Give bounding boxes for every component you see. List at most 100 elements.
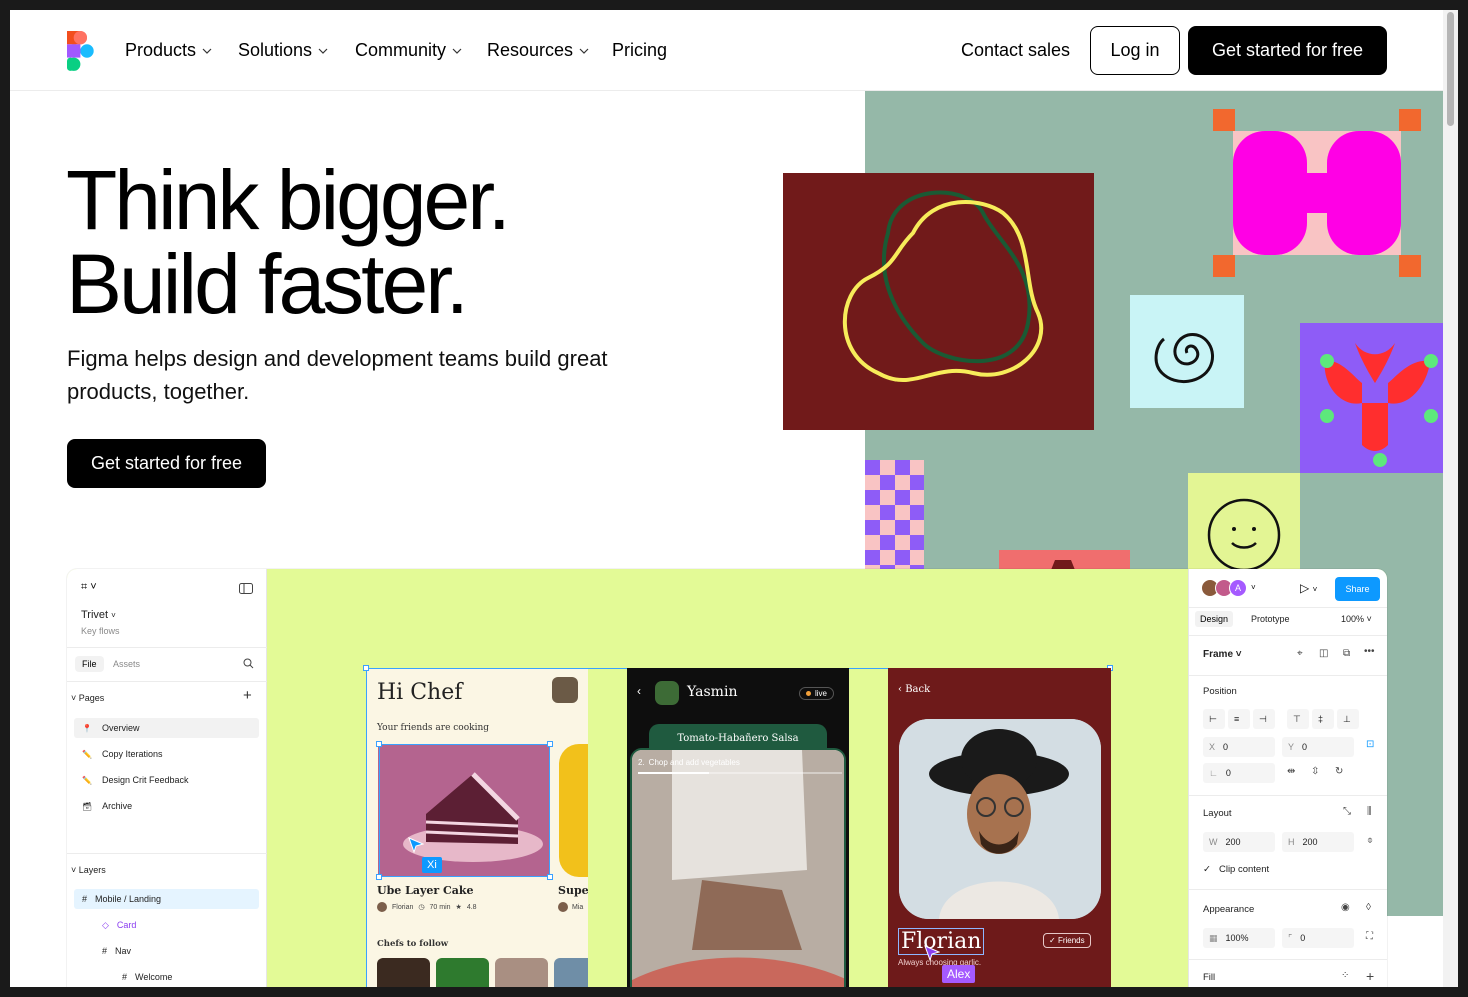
sidebar-toggle-icon[interactable] <box>239 583 253 594</box>
nav-solutions[interactable]: Solutions <box>238 40 328 61</box>
width-field[interactable]: W 200 <box>1203 832 1275 852</box>
smiley-art-card <box>1188 473 1300 583</box>
corner-radius-field[interactable]: ⌜ 0 <box>1282 928 1354 948</box>
page-item-copy-iterations[interactable]: ✏️ Copy Iterations <box>74 744 259 764</box>
nav-resources[interactable]: Resources <box>487 40 589 61</box>
page-item-design-crit[interactable]: ✏️ Design Crit Feedback <box>74 770 259 790</box>
hero-title-line2: Build faster. <box>66 237 469 331</box>
progress-bar <box>638 772 842 774</box>
nav-pricing-label: Pricing <box>612 40 668 60</box>
nav-solutions-label: Solutions <box>238 40 313 60</box>
corner-radius-icon: ⌜ <box>1288 932 1293 943</box>
copy-icon[interactable]: ⧉ <box>1343 648 1350 659</box>
resize-handle[interactable] <box>363 665 369 671</box>
scrollbar[interactable] <box>1443 10 1458 987</box>
layers-panel: ⌗ ˅ Trivet ˅ Key flows File Assets ˅ Pag… <box>67 569 267 987</box>
zoom-select[interactable]: 100% ˅ <box>1341 614 1372 624</box>
get-started-hero-button[interactable]: Get started for free <box>67 439 266 488</box>
nav-community[interactable]: Community <box>355 40 462 61</box>
more-icon[interactable]: ••• <box>1364 646 1375 657</box>
hero-subtitle: Figma helps design and development teams… <box>67 346 608 404</box>
contact-sales-link[interactable]: Contact sales <box>961 40 1070 61</box>
expand-corners-icon[interactable]: ⛶ <box>1366 931 1373 942</box>
play-icon[interactable]: ▷ ˅ <box>1300 581 1317 595</box>
tab-assets[interactable]: Assets <box>113 659 140 669</box>
share-button[interactable]: Share <box>1335 577 1380 601</box>
blob-shapes-icon <box>842 190 1044 383</box>
align-bottom-icon[interactable]: ⊥ <box>1337 709 1359 729</box>
x-field[interactable]: X0 <box>1203 737 1275 757</box>
florian-profile-screen[interactable]: ‹ Back Florian ✓ Friends Always choosing… <box>888 668 1111 987</box>
y-field[interactable]: Y0 <box>1282 737 1354 757</box>
page-item-archive[interactable]: 🗃 Archive <box>74 796 259 816</box>
figma-logo[interactable] <box>67 31 94 71</box>
align-top-icon[interactable]: ⊤ <box>1287 709 1309 729</box>
align-center-icon[interactable]: ≡ <box>1228 709 1250 729</box>
scrollbar-thumb[interactable] <box>1447 12 1454 126</box>
avatar: A <box>1229 579 1247 597</box>
flip-horizontal-icon[interactable]: ⇹ <box>1287 766 1295 777</box>
tab-prototype[interactable]: Prototype <box>1251 614 1290 624</box>
add-fill-icon[interactable]: + <box>1366 968 1374 984</box>
blob-art-card <box>783 173 1094 430</box>
smiley-icon <box>1207 498 1281 572</box>
nav-community-label: Community <box>355 40 447 60</box>
frame-icon: # <box>82 894 88 904</box>
layers-header[interactable]: ˅ Layers <box>71 865 106 875</box>
clip-content-checkbox[interactable]: ✓ Clip content <box>1203 864 1269 875</box>
tab-design[interactable]: Design <box>1195 611 1234 627</box>
auto-layout-icon[interactable]: ⫼ <box>1367 806 1372 817</box>
lock-ratio-icon[interactable]: ⌽ <box>1367 835 1373 846</box>
nav-pricing[interactable]: Pricing <box>612 40 667 61</box>
chevron-down-icon <box>202 48 212 54</box>
height-field[interactable]: H 200 <box>1282 832 1354 852</box>
styles-icon[interactable]: ⁘ <box>1341 970 1349 981</box>
align-middle-icon[interactable]: ‡ <box>1312 709 1334 729</box>
drop-icon[interactable]: ◊ <box>1366 902 1371 913</box>
video-frame[interactable]: 2. Chop and add vegetables <box>630 748 846 987</box>
get-started-nav-button[interactable]: Get started for free <box>1188 26 1387 75</box>
yasmin-screen[interactable]: ‹ Yasmin live Tomato-Habañero Salsa 2. Ch… <box>627 668 849 987</box>
mask-icon[interactable]: ◫ <box>1319 648 1328 659</box>
tab-file[interactable]: File <box>75 656 104 672</box>
back-chevron-icon[interactable]: ‹ <box>637 684 641 698</box>
pages-header[interactable]: ˅ Pages <box>71 693 104 703</box>
fill-label: Fill <box>1203 972 1216 983</box>
layer-mobile-landing[interactable]: # Mobile / Landing <box>74 889 259 909</box>
align-right-icon[interactable]: ⊣ <box>1253 709 1275 729</box>
eye-icon[interactable]: ◉ <box>1341 902 1350 913</box>
rotation-field[interactable]: ∟ 0 <box>1203 763 1275 783</box>
flip-vertical-icon[interactable]: ⇳ <box>1311 766 1319 777</box>
nav-resources-label: Resources <box>487 40 574 60</box>
opacity-field[interactable]: ▦ 100% <box>1203 928 1275 948</box>
add-page-icon[interactable]: + <box>243 687 252 704</box>
login-button[interactable]: Log in <box>1090 26 1180 75</box>
layer-card[interactable]: ◇ Card <box>74 915 259 935</box>
chevron-down-icon <box>579 48 589 54</box>
file-name[interactable]: Trivet ˅ <box>81 609 116 621</box>
profile-name: Florian <box>898 928 985 955</box>
align-controls: ⊢ ≡ ⊣ ⊤ ‡ ⊥ <box>1203 709 1359 729</box>
hero-title: Think bigger. Build faster. <box>66 158 511 326</box>
search-icon[interactable] <box>243 658 254 669</box>
constraints-icon[interactable]: ⊡ <box>1366 739 1374 750</box>
layer-welcome[interactable]: # Welcome <box>74 967 259 987</box>
profile-photo <box>899 719 1101 919</box>
collapse-icon[interactable]: ⤡ <box>1343 806 1351 817</box>
component-icon[interactable]: ⌖ <box>1297 648 1303 659</box>
frame-type-select[interactable]: Frame ˅ <box>1203 649 1242 660</box>
nav-products[interactable]: Products <box>125 40 212 61</box>
back-link[interactable]: ‹ Back <box>898 684 930 695</box>
layer-nav[interactable]: # Nav <box>74 941 259 961</box>
page-item-overview[interactable]: 📍 Overview <box>74 718 259 738</box>
step-label: 2. Chop and add vegetables <box>638 758 740 767</box>
align-left-icon[interactable]: ⊢ <box>1203 709 1225 729</box>
figma-menu-icon[interactable]: ⌗ ˅ <box>81 581 97 594</box>
friends-badge[interactable]: ✓ Friends <box>1043 933 1091 948</box>
live-badge: live <box>799 687 835 700</box>
position-label: Position <box>1203 686 1237 697</box>
chevron-down-icon <box>452 48 462 54</box>
collaborator-avatars[interactable]: A ˅ <box>1201 579 1256 597</box>
rotate-icon[interactable]: ↻ <box>1335 766 1343 777</box>
avatar <box>655 681 679 705</box>
